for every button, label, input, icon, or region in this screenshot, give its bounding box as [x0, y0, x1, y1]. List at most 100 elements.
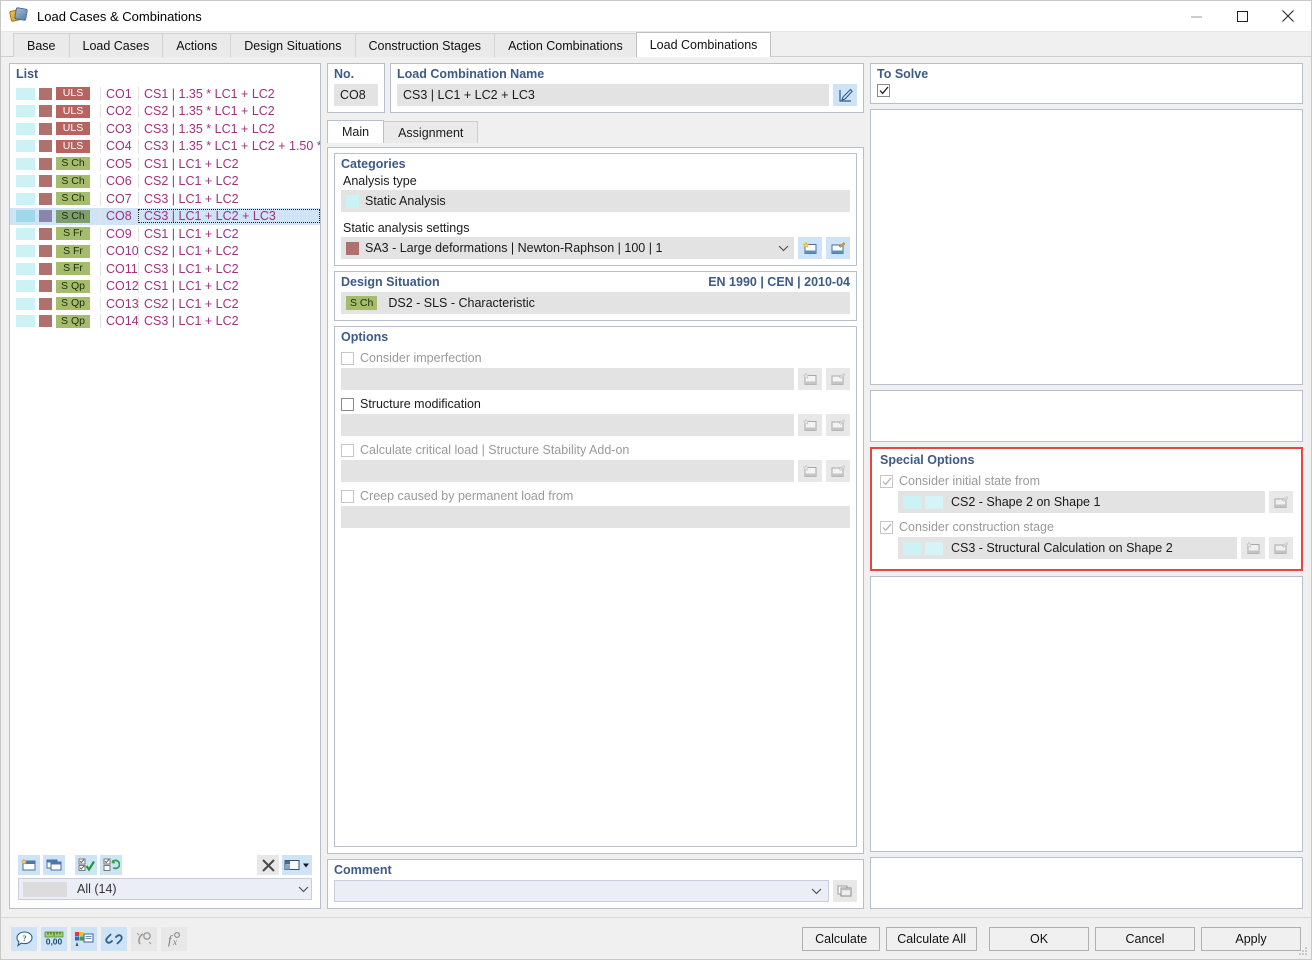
combination-list[interactable]: ULS CO1 CS1 | 1.35 * LC1 + LC2 ULS CO2 CS2 | … — [10, 84, 320, 852]
name-value[interactable]: CS3 | LC1 + LC2 + LC3 — [397, 84, 829, 106]
tab-label: Assignment — [398, 125, 464, 140]
row-number: CO1 — [100, 86, 138, 101]
list-item[interactable]: S Fr CO9 CS1 | LC1 + LC2 — [10, 225, 320, 243]
comment-library-icon[interactable] — [833, 880, 857, 902]
maximize-button[interactable] — [1219, 1, 1265, 32]
ok-button[interactable]: OK — [989, 926, 1089, 951]
analysis-type-label: Analysis type — [343, 174, 417, 188]
tab-label: Load Combinations — [649, 38, 758, 52]
link-icon[interactable] — [101, 926, 127, 951]
special-option-field[interactable]: CS2 - Shape 2 on Shape 1 — [898, 491, 1265, 513]
tab-load-combinations[interactable]: Load Combinations — [635, 32, 772, 57]
to-solve-checkbox[interactable] — [877, 84, 890, 97]
calculate-button[interactable]: Calculate — [802, 926, 881, 951]
units-0-00-icon[interactable]: 0,00 — [41, 926, 67, 951]
list-item[interactable]: S Ch CO8 CS3 | LC1 + LC2 + LC3 — [10, 207, 320, 225]
list-item[interactable]: ULS CO3 CS3 | 1.35 * LC1 + LC2 — [10, 120, 320, 138]
edit-construction-stage-icon[interactable] — [1269, 537, 1293, 559]
special-swatch-a — [903, 541, 921, 555]
tab-base[interactable]: Base — [13, 33, 69, 57]
list-item[interactable]: S Qp CO13 CS2 | LC1 + LC2 — [10, 295, 320, 313]
design-situation-value: DS2 - SLS - Characteristic — [388, 296, 535, 310]
new-item-button[interactable] — [18, 855, 40, 875]
tab-action-combinations[interactable]: Action Combinations — [494, 33, 636, 57]
list-item[interactable]: S Qp CO14 CS3 | LC1 + LC2 — [10, 313, 320, 331]
special-option-field[interactable]: CS3 - Structural Calculation on Shape 2 — [898, 537, 1237, 559]
option-value-field[interactable] — [341, 460, 794, 482]
new-construction-stage-icon[interactable] — [1241, 537, 1265, 559]
tab-design-situations[interactable]: Design Situations — [230, 33, 355, 57]
row-number: CO2 — [100, 104, 138, 119]
list-item[interactable]: ULS CO4CS3 | 1.35 * LC1 + LC2 + 1.50 * LC… — [10, 138, 320, 156]
calculate-all-button[interactable]: Calculate All — [886, 926, 977, 951]
row-badge: S Fr — [56, 244, 90, 258]
analysis-type-field[interactable]: Static Analysis — [341, 190, 850, 212]
right-bottom-empty-panel — [870, 857, 1303, 909]
list-filter-combo[interactable]: All (14) — [18, 878, 312, 900]
list-item[interactable]: S Ch CO5 CS1 | LC1 + LC2 — [10, 155, 320, 173]
option-checkbox[interactable] — [341, 351, 354, 365]
option-checkbox[interactable] — [341, 489, 354, 503]
option-checkbox[interactable] — [341, 443, 354, 457]
dialog-footer: ? 0,00 f x Calculate Calculate All OK Ca… — [1, 917, 1311, 959]
row-type-swatch — [39, 192, 52, 205]
svg-text:x: x — [172, 937, 177, 947]
option-new-icon[interactable] — [798, 368, 822, 390]
analysis-type-swatch — [346, 194, 359, 208]
duplicate-item-button[interactable] — [43, 855, 65, 875]
option-new-icon[interactable] — [798, 414, 822, 436]
option-edit-icon[interactable] — [826, 414, 850, 436]
minimize-button[interactable] — [1173, 1, 1219, 32]
row-type-swatch — [39, 105, 52, 118]
static-settings-combo[interactable]: SA3 - Large deformations | Newton-Raphso… — [341, 237, 794, 259]
list-item[interactable]: S Ch CO7 CS3 | LC1 + LC2 — [10, 190, 320, 208]
cancel-button[interactable]: Cancel — [1095, 926, 1195, 951]
tab-assignment[interactable]: Assignment — [383, 121, 479, 143]
row-description: CS3 | LC1 + LC2 + LC3 — [138, 209, 320, 224]
list-item[interactable]: S Qp CO12 CS1 | LC1 + LC2 — [10, 278, 320, 296]
color-legend-icon[interactable] — [71, 926, 97, 951]
option-label: Calculate critical load | Structure Stab… — [360, 443, 630, 457]
delete-button[interactable] — [257, 855, 279, 875]
tab-actions[interactable]: Actions — [162, 33, 231, 57]
option-edit-icon[interactable] — [826, 460, 850, 482]
info-balloon-icon[interactable]: ? — [11, 926, 37, 951]
row-number: CO7 — [100, 191, 138, 206]
edit-initial-state-icon[interactable] — [1269, 491, 1293, 513]
list-item[interactable]: S Fr CO11 CS3 | LC1 + LC2 — [10, 260, 320, 278]
option-value-field[interactable] — [341, 414, 794, 436]
apply-button[interactable]: Apply — [1201, 926, 1301, 951]
option-item: Calculate critical load | Structure Stab… — [341, 443, 850, 482]
toggle-check-button[interactable] — [100, 855, 122, 875]
list-item[interactable]: ULS CO2 CS2 | 1.35 * LC1 + LC2 — [10, 103, 320, 121]
edit-name-icon[interactable] — [833, 84, 857, 106]
list-item[interactable]: S Ch CO6 CS2 | LC1 + LC2 — [10, 173, 320, 191]
tab-load-cases[interactable]: Load Cases — [68, 33, 163, 57]
special-option-checkbox[interactable] — [880, 520, 893, 534]
tab-main[interactable]: Main — [327, 120, 385, 143]
close-button[interactable] — [1265, 1, 1311, 32]
check-all-button[interactable] — [75, 855, 97, 875]
comment-input[interactable] — [334, 880, 829, 902]
option-value-field[interactable] — [341, 368, 794, 390]
new-settings-icon[interactable] — [798, 237, 822, 259]
list-item[interactable]: S Fr CO10 CS2 | LC1 + LC2 — [10, 243, 320, 261]
row-color-swatch — [16, 192, 35, 205]
svg-text:0,00: 0,00 — [46, 936, 63, 946]
option-checkbox[interactable] — [341, 397, 354, 411]
option-value-field[interactable] — [341, 506, 850, 528]
number-group: No. CO8 — [327, 63, 385, 113]
design-situation-field[interactable]: S Ch DS2 - SLS - Characteristic — [341, 292, 850, 314]
special-swatch-b — [925, 495, 943, 509]
row-type-swatch — [39, 315, 52, 328]
column-layout-button[interactable] — [282, 855, 312, 875]
tab-construction-stages[interactable]: Construction Stages — [354, 33, 495, 57]
edit-settings-icon[interactable] — [826, 237, 850, 259]
option-edit-icon[interactable] — [826, 368, 850, 390]
formula-icon[interactable]: f x — [161, 926, 187, 951]
resize-grip[interactable] — [1298, 946, 1308, 956]
list-item[interactable]: ULS CO1 CS1 | 1.35 * LC1 + LC2 — [10, 85, 320, 103]
special-option-checkbox[interactable] — [880, 474, 893, 488]
snap-icon[interactable] — [131, 926, 157, 951]
option-new-icon[interactable] — [798, 460, 822, 482]
